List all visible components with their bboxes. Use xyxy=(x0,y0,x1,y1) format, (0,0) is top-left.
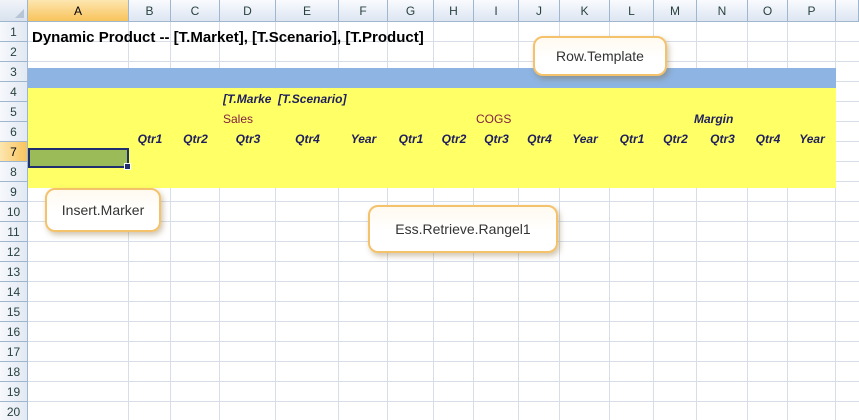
period-header-qtr3[interactable]: Qtr3 xyxy=(474,129,519,149)
period-header-qtr1[interactable]: Qtr1 xyxy=(388,129,434,149)
insert-marker-cell[interactable] xyxy=(28,148,131,170)
column-header-p[interactable]: P xyxy=(788,0,836,22)
row-header-10[interactable]: 10 xyxy=(0,202,28,222)
gridline-horizontal xyxy=(28,281,859,282)
retrieve-range-callout: Ess.Retrieve.Rangel1 xyxy=(368,205,558,253)
gridline-horizontal xyxy=(28,361,859,362)
period-header-qtr1[interactable]: Qtr1 xyxy=(129,129,171,149)
row-header-1[interactable]: 1 xyxy=(0,22,28,42)
column-header-g[interactable]: G xyxy=(388,0,434,22)
row-header-19[interactable]: 19 xyxy=(0,382,28,402)
retrieve-range-label: Ess.Retrieve.Rangel1 xyxy=(395,221,531,237)
period-header-qtr1[interactable]: Qtr1 xyxy=(610,129,654,149)
column-header-a[interactable]: A xyxy=(28,0,129,22)
row-header-15[interactable]: 15 xyxy=(0,302,28,322)
row-header-11[interactable]: 11 xyxy=(0,222,28,242)
period-header-year[interactable]: Year xyxy=(339,129,388,149)
insert-marker-label: Insert.Marker xyxy=(61,202,145,218)
measure-cogs[interactable]: COGS xyxy=(476,109,511,129)
column-header-overflow[interactable] xyxy=(836,0,859,22)
period-header-year[interactable]: Year xyxy=(788,129,836,149)
period-header-qtr4[interactable]: Qtr4 xyxy=(276,129,339,149)
column-header-l[interactable]: L xyxy=(610,0,654,22)
row-header-16[interactable]: 16 xyxy=(0,322,28,342)
measure-margin[interactable]: Margin xyxy=(694,109,733,129)
row-header-14[interactable]: 14 xyxy=(0,282,28,302)
sheet-title[interactable]: Dynamic Product -- [T.Market], [T.Scenar… xyxy=(32,28,424,48)
row-header-8[interactable]: 8 xyxy=(0,162,28,182)
period-header-qtr4[interactable]: Qtr4 xyxy=(748,129,788,149)
period-header-qtr4[interactable]: Qtr4 xyxy=(519,129,560,149)
column-header-o[interactable]: O xyxy=(748,0,788,22)
select-all-corner[interactable] xyxy=(0,0,28,22)
row-header-13[interactable]: 13 xyxy=(0,262,28,282)
gridline-horizontal xyxy=(28,341,859,342)
spreadsheet: ABCDEFGHIJKLMNOP 1 2 3 4 5 6 7 8 9 10 11 12 13 14 15 16… xyxy=(0,0,859,420)
row-header-2[interactable]: 2 xyxy=(0,42,28,62)
row-header-9[interactable]: 9 xyxy=(0,182,28,202)
column-header-m[interactable]: M xyxy=(654,0,697,22)
insert-marker-callout: Insert.Marker xyxy=(45,188,161,232)
column-header-b[interactable]: B xyxy=(129,0,171,22)
period-header-qtr2[interactable]: Qtr2 xyxy=(654,129,697,149)
row-template-label: Row.Template xyxy=(556,48,644,64)
period-header-year[interactable]: Year xyxy=(560,129,610,149)
row-header-7[interactable]: 7 xyxy=(0,142,28,162)
row-header-18[interactable]: 18 xyxy=(0,362,28,382)
period-header-qtr3[interactable]: Qtr3 xyxy=(220,129,276,149)
column-header-e[interactable]: E xyxy=(276,0,339,22)
row-template-band[interactable] xyxy=(28,68,836,88)
row-header-12[interactable]: 12 xyxy=(0,242,28,262)
column-header-n[interactable]: N xyxy=(697,0,748,22)
column-header-c[interactable]: C xyxy=(171,0,220,22)
period-header-qtr3[interactable]: Qtr3 xyxy=(697,129,748,149)
row-header-3[interactable]: 3 xyxy=(0,62,28,82)
cell-e4-scenario[interactable]: [T.Scenario] xyxy=(278,89,346,109)
period-header-qtr2[interactable]: Qtr2 xyxy=(434,129,474,149)
column-header-k[interactable]: K xyxy=(560,0,610,22)
row-header-17[interactable]: 17 xyxy=(0,342,28,362)
column-header-j[interactable]: J xyxy=(519,0,560,22)
column-header-i[interactable]: I xyxy=(474,0,519,22)
column-header-f[interactable]: F xyxy=(339,0,388,22)
period-header-qtr2[interactable]: Qtr2 xyxy=(171,129,220,149)
cell-d4-market[interactable]: [T.Marke xyxy=(223,89,277,109)
column-header-d[interactable]: D xyxy=(220,0,276,22)
measure-sales[interactable]: Sales xyxy=(223,109,253,129)
row-header-4[interactable]: 4 xyxy=(0,82,28,102)
row-header-6[interactable]: 6 xyxy=(0,122,28,142)
gridline-horizontal xyxy=(28,381,859,382)
gridline-horizontal xyxy=(28,301,859,302)
row-header-5[interactable]: 5 xyxy=(0,102,28,122)
row-header-20[interactable]: 20 xyxy=(0,402,28,420)
column-header-h[interactable]: H xyxy=(434,0,474,22)
gridline-horizontal xyxy=(28,321,859,322)
gridline-horizontal xyxy=(28,61,859,62)
row-template-callout: Row.Template xyxy=(533,36,667,76)
gridline-horizontal xyxy=(28,401,859,402)
gridline-horizontal xyxy=(28,261,859,262)
